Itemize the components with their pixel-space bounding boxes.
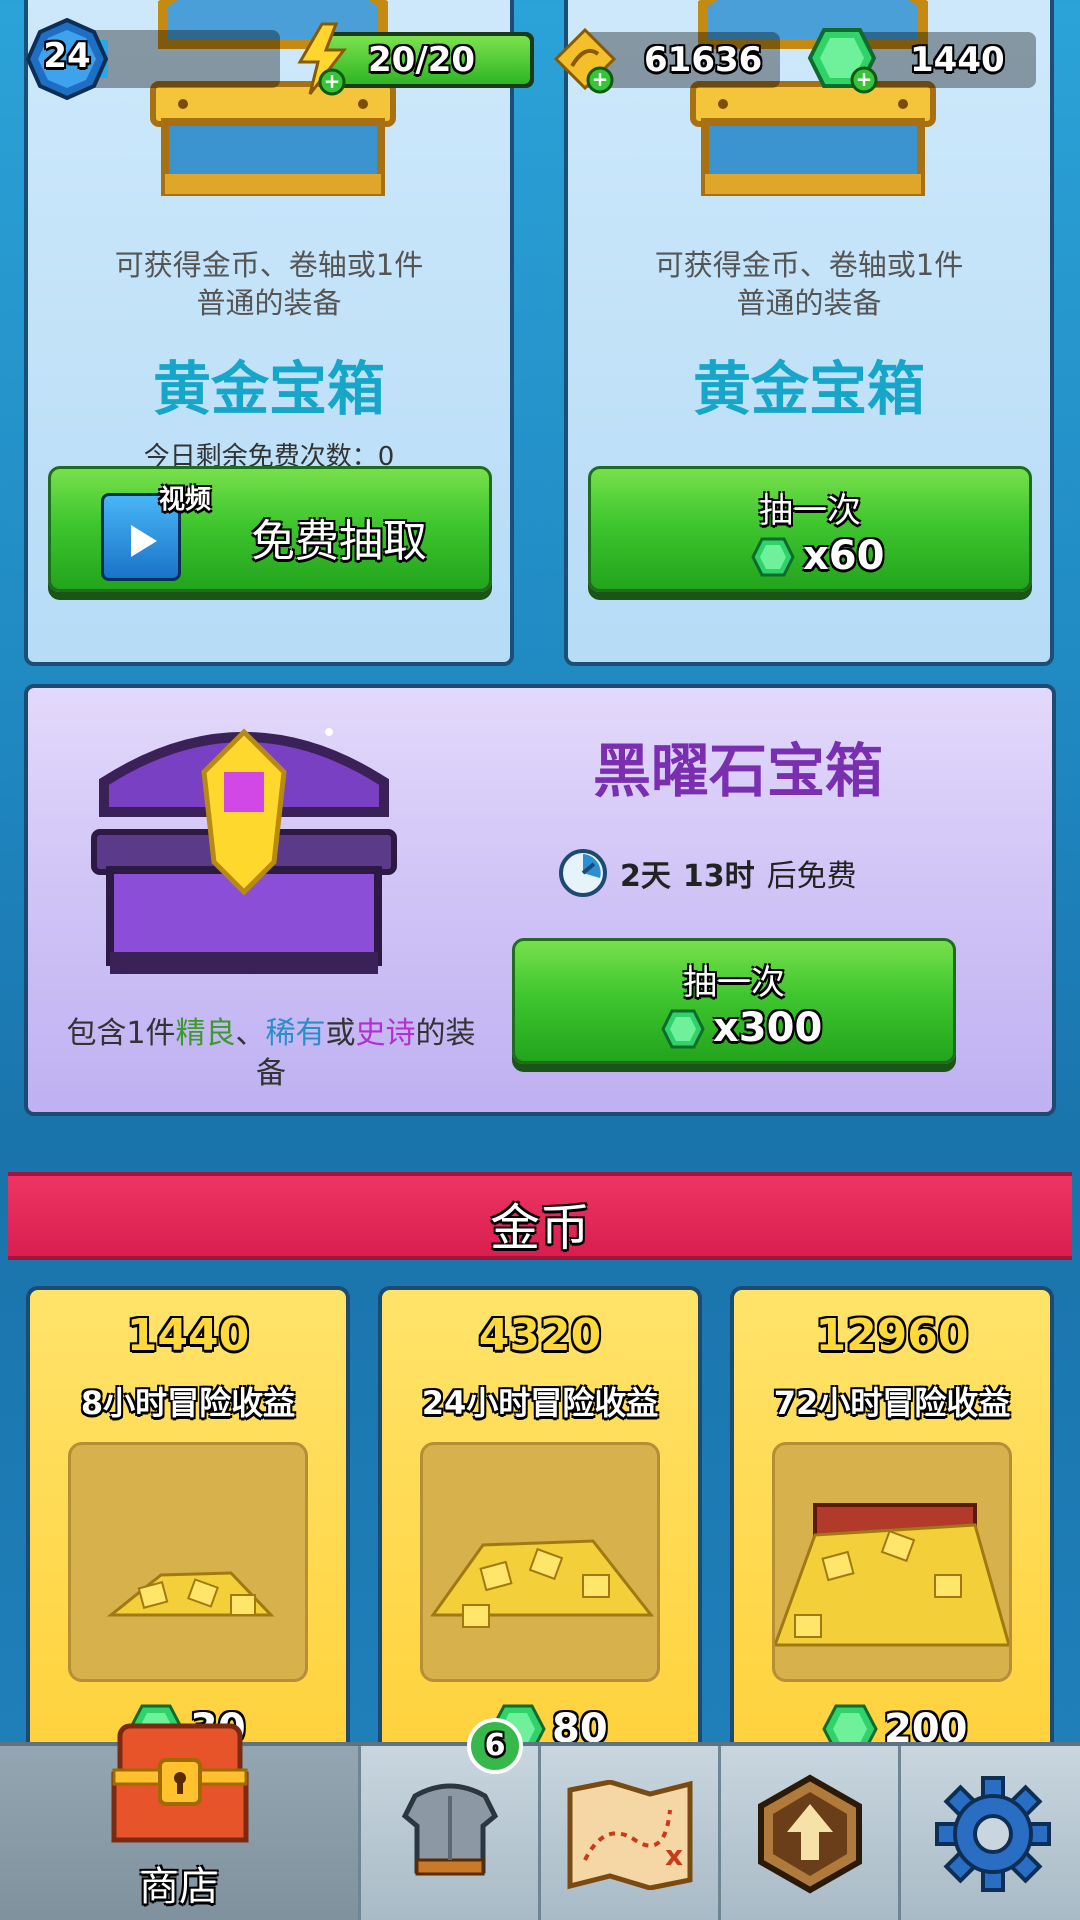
scroll-icon[interactable]: +: [550, 26, 620, 96]
equipment-badge: 6: [467, 1718, 523, 1774]
armor-icon: [401, 1783, 499, 1876]
obsidian-chest-card: 黑曜石宝箱 2天 13时 后免费 抽一次 x300 包含1件精良、稀有或史诗的装…: [24, 684, 1056, 1116]
energy-value: 20/20: [368, 40, 476, 80]
treasure-map-icon: x: [567, 1780, 693, 1890]
gold-offer-card[interactable]: 1440 8小时冒险收益 30: [26, 1286, 350, 1756]
svg-text:+: +: [856, 67, 873, 91]
video-badge: 视频: [159, 485, 212, 515]
gem-icon[interactable]: +: [804, 24, 880, 96]
treasure-chest-icon: [111, 1723, 249, 1843]
obsidian-chest-icon: [91, 728, 397, 974]
gold-amount: 1440: [126, 1310, 250, 1361]
svg-text:+: +: [324, 69, 341, 93]
lightning-icon[interactable]: +: [292, 22, 352, 96]
obsidian-draw-button[interactable]: 抽一次 x300: [512, 938, 956, 1064]
gold-pile-image: [68, 1442, 308, 1682]
obsidian-draw-cost: x300: [713, 1005, 823, 1051]
draw-once-button[interactable]: 抽一次 x60: [588, 466, 1032, 592]
nav-equipment[interactable]: 6: [358, 1718, 538, 1920]
obsidian-description: 包含1件精良、稀有或史诗的装 备: [66, 1016, 476, 1091]
gold-section-title: 金币: [490, 1199, 590, 1257]
obsidian-draw-label: 抽一次: [683, 963, 785, 1003]
chest-description: 可获得金币、卷轴或1件 普通的装备: [114, 248, 424, 320]
level-badge: 24: [25, 17, 109, 101]
gold-offer-label: 24小时冒险收益: [421, 1384, 659, 1422]
chest-title: 黄金宝箱: [692, 355, 925, 423]
nav-settings[interactable]: [898, 1746, 1080, 1920]
obsidian-chest-title: 黑曜石宝箱: [592, 737, 883, 805]
gold-offer-label: 8小时冒险收益: [80, 1384, 296, 1422]
chest-description: 可获得金币、卷轴或1件 普通的装备: [654, 248, 964, 320]
gold-amount: 4320: [478, 1310, 602, 1361]
nav-map[interactable]: x: [538, 1746, 718, 1920]
gold-pile-image: [420, 1442, 660, 1682]
timer-suffix: 后免费: [766, 859, 857, 894]
gold-chest-paid-card: 可获得金币、卷轴或1件 普通的装备 黄金宝箱 抽一次 x60: [564, 0, 1054, 666]
clock-icon: [559, 849, 607, 897]
gold-offer-card[interactable]: 12960 72小时冒险收益 200: [730, 1286, 1054, 1756]
bottom-navigation: 商店 6 x: [0, 1718, 1080, 1920]
free-timer: 2天 13时 后免费: [558, 848, 857, 898]
gold-amount: 12960: [815, 1310, 969, 1361]
gold-pile-image: [772, 1442, 1012, 1682]
free-draw-button[interactable]: 视频 免费抽取: [48, 466, 492, 592]
upgrade-arrow-icon: [758, 1774, 862, 1894]
gold-section-banner: 金币: [8, 1172, 1072, 1260]
draw-cost: x60: [803, 533, 885, 579]
gem-icon: [661, 1009, 705, 1049]
scrolls-value: 61636: [644, 40, 763, 80]
gold-offer-label: 72小时冒险收益: [773, 1384, 1011, 1422]
nav-shop[interactable]: 商店: [0, 1723, 358, 1920]
gear-icon: [935, 1776, 1051, 1892]
level-number: 24: [43, 36, 91, 76]
nav-shop-label: 商店: [139, 1864, 219, 1910]
timer-days: 2天: [620, 859, 671, 894]
draw-once-label: 抽一次: [759, 491, 861, 531]
svg-text:+: +: [592, 67, 609, 91]
gems-value: 1440: [910, 40, 1005, 80]
nav-upgrade[interactable]: [718, 1746, 898, 1920]
free-draw-label: 免费抽取: [251, 516, 427, 567]
gem-icon: [751, 537, 795, 577]
svg-text:x: x: [665, 1839, 683, 1872]
timer-hours: 13时: [682, 859, 755, 894]
gold-offer-card[interactable]: 4320 24小时冒险收益 80: [378, 1286, 702, 1756]
chest-title: 黄金宝箱: [152, 355, 385, 423]
